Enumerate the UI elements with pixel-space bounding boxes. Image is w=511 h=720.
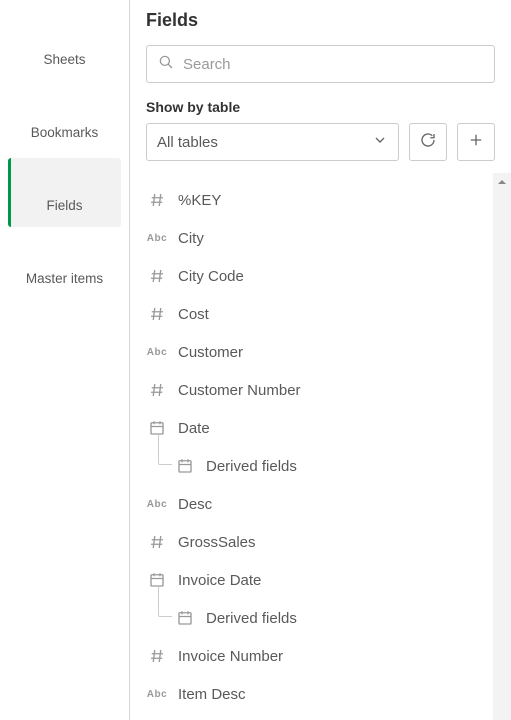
field-label: Item Desc: [178, 686, 246, 703]
field-label: Customer: [178, 344, 243, 361]
field-row[interactable]: Invoice Number: [146, 637, 485, 675]
field-type-icon: Abc: [146, 499, 168, 510]
sidebar-item-label: Master items: [26, 271, 103, 286]
field-row[interactable]: Abc City: [146, 219, 485, 257]
field-label: City Code: [178, 268, 244, 285]
field-row[interactable]: Customer Number: [146, 371, 485, 409]
field-row[interactable]: Date: [146, 409, 485, 447]
field-row[interactable]: Abc Desc: [146, 485, 485, 523]
field-label: Cost: [178, 306, 209, 323]
sidebar-item-master-items[interactable]: Master items: [8, 231, 121, 300]
plus-icon: [467, 131, 485, 154]
table-select[interactable]: All tables: [146, 123, 399, 161]
field-label: Invoice Date: [178, 572, 261, 589]
field-label: Date: [178, 420, 210, 437]
field-type-icon: [146, 267, 168, 285]
field-label: Derived fields: [206, 610, 297, 627]
search-input[interactable]: [183, 56, 484, 73]
refresh-button[interactable]: [409, 123, 447, 161]
field-type-icon: Abc: [146, 347, 168, 358]
field-label: City: [178, 230, 204, 247]
sidebar-item-sheets[interactable]: Sheets: [8, 12, 121, 81]
field-label: Desc: [178, 496, 212, 513]
scroll-up-icon[interactable]: [493, 173, 511, 191]
show-by-table-label: Show by table: [146, 99, 495, 115]
field-type-icon: [146, 191, 168, 209]
field-row[interactable]: Cost: [146, 295, 485, 333]
sidebar: Sheets Bookmarks Fields: [0, 0, 130, 720]
scrollbar[interactable]: [493, 173, 511, 720]
field-row[interactable]: Abc Item Desc: [146, 675, 485, 713]
refresh-icon: [419, 131, 437, 154]
panel-resize-handle[interactable]: [506, 603, 509, 631]
field-row[interactable]: City Code: [146, 257, 485, 295]
field-label: Invoice Number: [178, 648, 283, 665]
table-select-value: All tables: [157, 134, 218, 151]
field-type-icon: Abc: [146, 689, 168, 700]
field-type-icon: [174, 457, 196, 475]
field-list[interactable]: %KEY Abc City City Code Cost Abc Customer Custo…: [130, 173, 489, 720]
sidebar-item-label: Fields: [46, 198, 82, 213]
field-label: Customer Number: [178, 382, 301, 399]
field-label: %KEY: [178, 192, 221, 209]
sidebar-item-label: Sheets: [43, 52, 85, 67]
field-row-child[interactable]: Derived fields: [146, 599, 485, 637]
tree-connector: [158, 435, 172, 465]
main-panel: Fields Show by table All tables: [130, 0, 511, 720]
add-button[interactable]: [457, 123, 495, 161]
field-row[interactable]: Invoice Date: [146, 561, 485, 599]
sidebar-item-label: Bookmarks: [31, 125, 99, 140]
field-type-icon: [146, 381, 168, 399]
field-label: GrossSales: [178, 534, 256, 551]
field-type-icon: [146, 533, 168, 551]
tree-connector: [158, 587, 172, 617]
field-type-icon: [146, 305, 168, 323]
search-input-wrap[interactable]: [146, 45, 495, 83]
field-row[interactable]: %KEY: [146, 181, 485, 219]
field-type-icon: [146, 647, 168, 665]
chevron-down-icon: [372, 132, 388, 152]
panel-title: Fields: [146, 10, 495, 31]
field-label: Derived fields: [206, 458, 297, 475]
field-row[interactable]: Abc Customer: [146, 333, 485, 371]
field-type-icon: Abc: [146, 233, 168, 244]
sidebar-item-bookmarks[interactable]: Bookmarks: [8, 85, 121, 154]
sidebar-item-fields[interactable]: Fields: [8, 158, 121, 227]
field-row-child[interactable]: Derived fields: [146, 447, 485, 485]
search-icon: [157, 53, 175, 76]
field-row[interactable]: GrossSales: [146, 523, 485, 561]
field-type-icon: [174, 609, 196, 627]
